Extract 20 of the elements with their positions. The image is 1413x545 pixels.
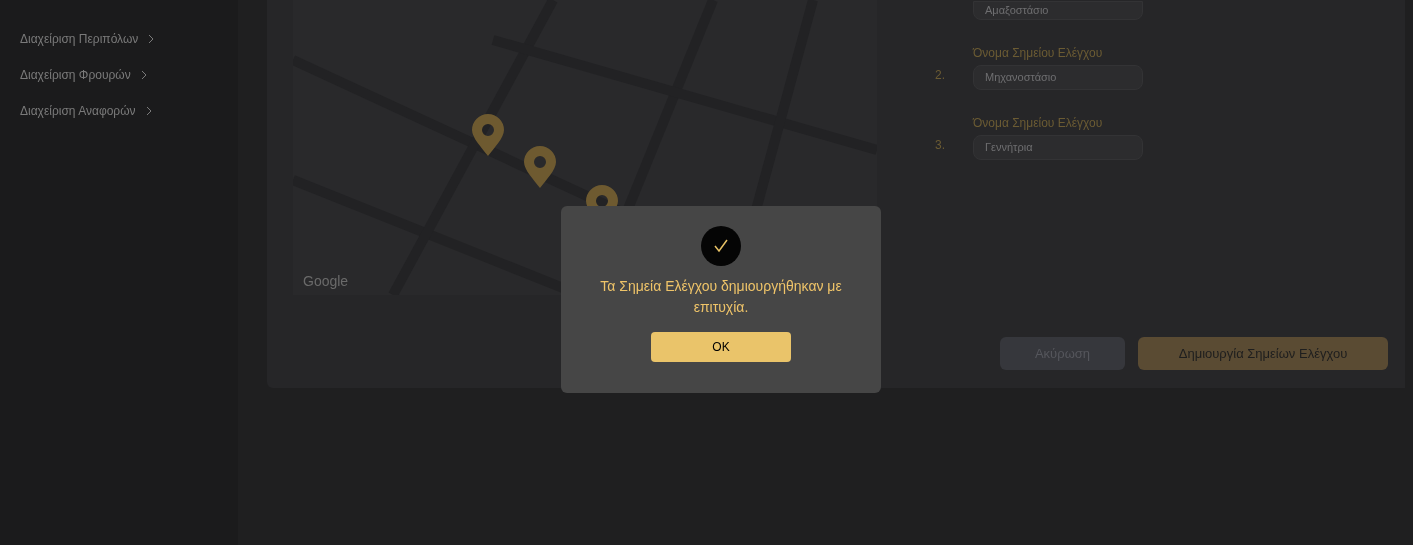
sidebar-item[interactable]: Διαχείριση Αναφορών bbox=[0, 102, 238, 120]
input-field[interactable]: Μηχανοστάσιο bbox=[973, 65, 1143, 90]
check-icon bbox=[701, 226, 741, 266]
field-label: Όνομα Σημείου Ελέγχου bbox=[973, 45, 1104, 62]
chevron-icon bbox=[140, 70, 147, 80]
map-attribution: Google bbox=[303, 272, 349, 291]
item-number: 2. bbox=[935, 67, 946, 84]
input-field[interactable]: Αμαξοστάσιο bbox=[973, 1, 1143, 20]
dialog-message: Τα Σημεία Ελέγχου δημιουργήθηκαν με επιτυχία. bbox=[599, 277, 843, 317]
sidebar-item[interactable]: Διαχείριση Φρουρών bbox=[0, 66, 238, 84]
create-button[interactable]: Δημιουργία Σημείων Ελέγχου bbox=[1138, 337, 1388, 370]
item-number: 3. bbox=[935, 137, 946, 154]
chevron-icon bbox=[148, 34, 155, 44]
input-field[interactable]: Γεννήτρια bbox=[973, 135, 1143, 160]
map-pin-icon[interactable] bbox=[472, 114, 504, 156]
field-label: Όνομα Σημείου Ελέγχου bbox=[973, 115, 1104, 132]
ok-button[interactable]: OK bbox=[651, 332, 791, 362]
sidebar-item[interactable]: Διαχείριση Περιπόλων bbox=[0, 30, 238, 48]
chevron-icon bbox=[145, 106, 152, 116]
map-pin-icon[interactable] bbox=[524, 146, 556, 188]
